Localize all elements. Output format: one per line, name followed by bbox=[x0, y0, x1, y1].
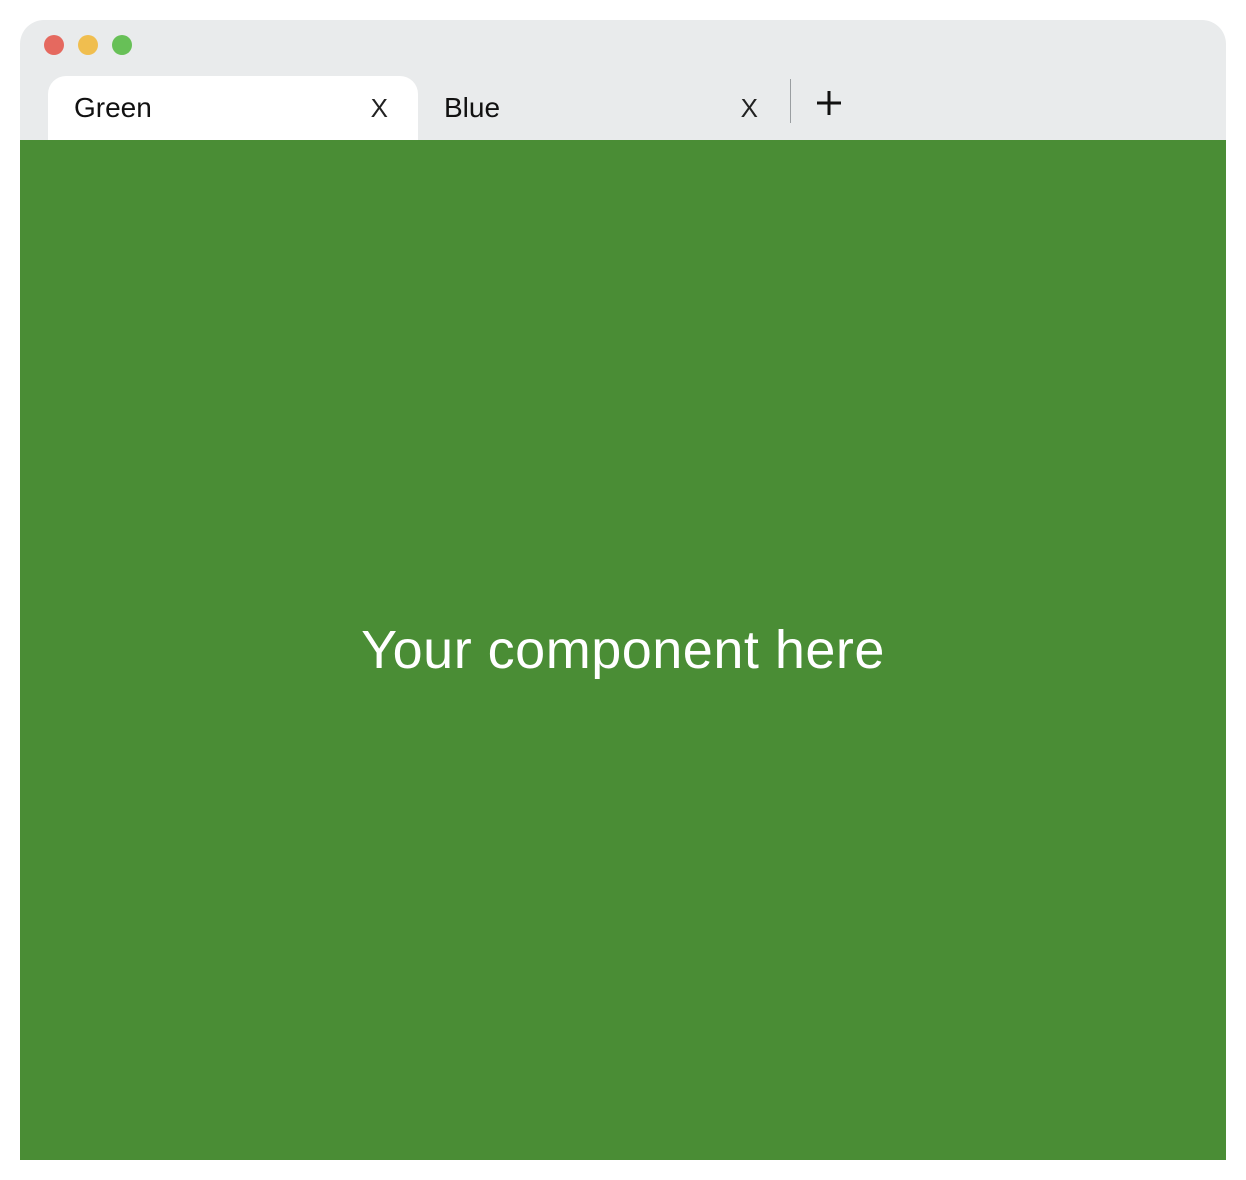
window-zoom-button[interactable] bbox=[112, 35, 132, 55]
plus-icon bbox=[817, 91, 841, 115]
new-tab-button[interactable] bbox=[801, 75, 857, 131]
window-close-button[interactable] bbox=[44, 35, 64, 55]
tab-title: Blue bbox=[444, 92, 735, 124]
tabstrip: Green X Blue X bbox=[20, 70, 1226, 140]
tab-divider bbox=[790, 79, 791, 123]
tab-blue[interactable]: Blue X bbox=[418, 76, 788, 140]
titlebar bbox=[20, 20, 1226, 70]
content-placeholder-text: Your component here bbox=[361, 619, 885, 681]
browser-window: Green X Blue X Your component here bbox=[20, 20, 1226, 1160]
close-tab-icon[interactable]: X bbox=[735, 93, 764, 124]
tab-title: Green bbox=[74, 92, 365, 124]
close-tab-icon[interactable]: X bbox=[365, 93, 394, 124]
content-area: Your component here bbox=[20, 140, 1226, 1160]
window-minimize-button[interactable] bbox=[78, 35, 98, 55]
tab-green[interactable]: Green X bbox=[48, 76, 418, 140]
